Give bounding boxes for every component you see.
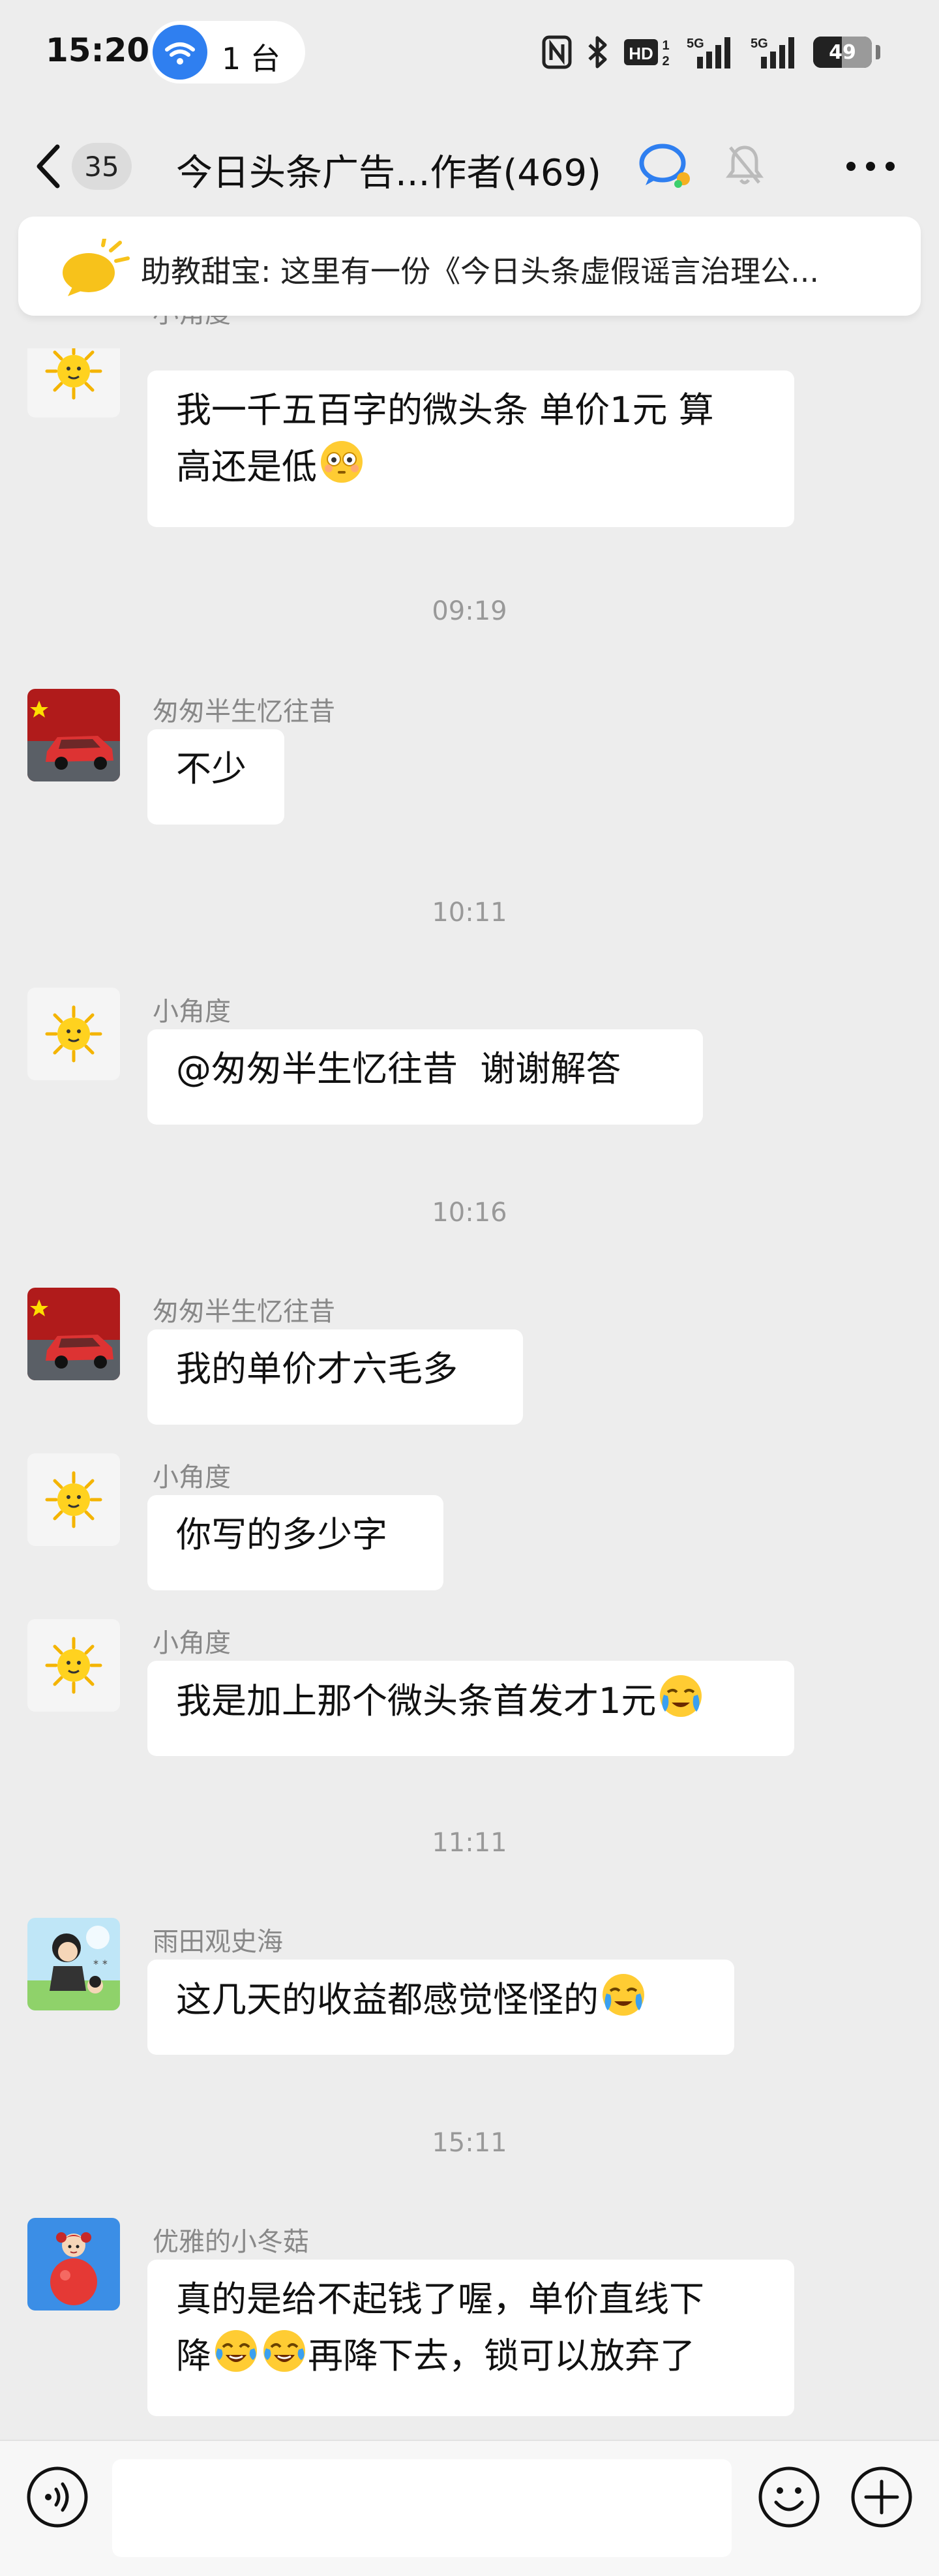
status-time: 15:20 xyxy=(46,31,150,69)
sun-avatar-icon xyxy=(45,1471,102,1528)
avatar[interactable] xyxy=(27,348,120,417)
message-input[interactable] xyxy=(112,2459,732,2557)
message-bubble[interactable]: 真的是给不起钱了喔，单价直线下 降 再降下去，锁可以放弃了 xyxy=(147,2260,794,2416)
avatar[interactable] xyxy=(27,1619,120,1712)
mute-bell-icon xyxy=(725,142,764,190)
battery-percent: 49 xyxy=(829,40,856,64)
nfc-icon xyxy=(542,35,572,69)
sun-avatar-icon xyxy=(45,348,102,400)
message-text: 这几天的收益都感觉怪怪的 xyxy=(176,1979,599,2020)
sender-name: 匆匆半生忆往昔 xyxy=(153,1297,335,1327)
message-text-part: 降 xyxy=(176,2335,211,2376)
back-button[interactable]: 35 xyxy=(33,137,143,196)
flushed-emoji xyxy=(321,441,363,483)
timestamp: 15:11 xyxy=(432,2128,507,2158)
bluetooth-icon xyxy=(588,36,607,68)
timestamp: 10:16 xyxy=(432,1198,507,1228)
car-flag-avatar-icon xyxy=(27,1288,120,1380)
avatar[interactable] xyxy=(27,1453,120,1546)
emoji-button[interactable] xyxy=(756,2464,822,2532)
back-icon xyxy=(37,144,60,189)
message-text-line2: 高还是低 xyxy=(176,438,766,495)
message-text-line2: 降 再降下去，锁可以放弃了 xyxy=(176,2327,766,2384)
page-title[interactable]: 今日头条广告...作者(469) xyxy=(176,144,633,196)
sender-name: 小角度 xyxy=(153,1462,231,1493)
svg-text:2: 2 xyxy=(662,54,669,68)
tears-of-joy-emoji xyxy=(215,2330,257,2372)
message-text: 我的单价才六毛多 xyxy=(176,1348,458,1389)
hd-icon: HD 1 2 xyxy=(624,38,670,68)
svg-text:1: 1 xyxy=(662,38,669,53)
speech-bubble-icon xyxy=(59,237,130,300)
avatar[interactable] xyxy=(27,2218,120,2311)
battery-icon: 49 xyxy=(813,37,872,68)
input-bar xyxy=(0,2440,939,2576)
message-text: 你写的多少字 xyxy=(176,1514,387,1555)
sender-name: 雨田观史海 xyxy=(153,1927,283,1957)
sun-avatar-icon xyxy=(45,1005,102,1063)
battery-tip xyxy=(876,45,880,59)
apple-girl-avatar-icon xyxy=(27,2218,120,2311)
signal-5g-icon: 5G xyxy=(687,37,730,68)
message-bubble[interactable]: 这几天的收益都感觉怪怪的 xyxy=(147,1960,734,2055)
message-bubble[interactable]: 我的单价才六毛多 xyxy=(147,1329,523,1425)
add-attachment-button[interactable] xyxy=(849,2464,914,2532)
tears-of-joy-emoji xyxy=(263,2330,305,2372)
cartoon-avatar-icon: ∗ ∗ xyxy=(27,1918,120,2010)
unread-count-badge: 35 xyxy=(72,143,132,190)
message-text: 我是加上那个微头条首发才1元 xyxy=(176,1680,657,1721)
sender-name: 小角度 xyxy=(153,1628,231,1658)
message-text-line: 这几天的收益都感觉怪怪的 xyxy=(176,1971,706,2028)
message-text-line: 我是加上那个微头条首发才1元 xyxy=(176,1673,766,1729)
hotspot-count: 1 台 xyxy=(222,41,280,76)
message-text: 真的是给不起钱了喔，单价直线下 xyxy=(176,2279,704,2320)
emoji-icon xyxy=(758,2466,820,2528)
svg-text:∗ ∗: ∗ ∗ xyxy=(93,1958,108,1967)
hotspot-indicator[interactable]: 1 台 xyxy=(149,21,305,83)
voice-icon xyxy=(27,2466,88,2528)
message-text-cont: 高还是低 xyxy=(176,446,317,487)
message-bubble[interactable]: 不少 xyxy=(147,729,284,825)
message-bubble[interactable]: @匆匆半生忆往昔 谢谢解答 xyxy=(147,1029,703,1125)
message-text: @匆匆半生忆往昔 谢谢解答 xyxy=(176,1048,621,1089)
message-text: 不少 xyxy=(176,748,246,789)
plus-icon xyxy=(851,2466,912,2528)
more-icon xyxy=(846,162,895,171)
crying-emoji xyxy=(603,1974,644,2016)
status-bar: 15:20 1 台 HD 1 2 5G 5G 49 xyxy=(0,0,939,104)
avatar[interactable] xyxy=(27,988,120,1080)
message-bubble[interactable]: 我是加上那个微头条首发才1元 xyxy=(147,1661,794,1756)
avatar[interactable] xyxy=(27,1288,120,1380)
crying-emoji xyxy=(660,1675,702,1717)
message-bubble[interactable]: 我一千五百字的微头条 单价1元 算 高还是低 xyxy=(147,371,794,527)
signal-5g-icon: 5G xyxy=(751,37,794,68)
chat-group-icon xyxy=(638,138,693,196)
message-bubble[interactable]: 你写的多少字 xyxy=(147,1495,443,1590)
message-text-part: 再降下去，锁可以放弃了 xyxy=(308,2335,695,2376)
timestamp: 11:11 xyxy=(432,1828,507,1858)
voice-button[interactable] xyxy=(25,2464,90,2532)
svg-text:5G: 5G xyxy=(751,37,768,51)
car-flag-avatar-icon xyxy=(27,689,120,781)
sender-name: 小角度 xyxy=(153,997,231,1027)
chat-header: 35 今日头条广告...作者(469) xyxy=(0,104,939,215)
announcement-text: 助教甜宝: 这里有一份《今日头条虚假谣言治理公... xyxy=(141,254,819,289)
group-announcement[interactable]: 助教甜宝: 这里有一份《今日头条虚假谣言治理公... xyxy=(18,217,921,316)
sender-name: 匆匆半生忆往昔 xyxy=(153,697,335,727)
svg-text:HD: HD xyxy=(629,44,653,63)
more-button[interactable] xyxy=(841,144,900,189)
sun-avatar-icon xyxy=(45,1637,102,1694)
svg-text:5G: 5G xyxy=(687,37,704,51)
message-text: 我一千五百字的微头条 单价1元 算 xyxy=(176,389,714,431)
sender-name: 优雅的小冬菇 xyxy=(153,2227,309,2257)
sender-name: 小角度 xyxy=(153,316,231,330)
message-list[interactable]: 小角度 我一千五百字的微头条 单价1元 算 高还是低 09:19 xyxy=(0,316,939,2440)
avatar[interactable]: ∗ ∗ xyxy=(27,1918,120,2010)
timestamp: 10:11 xyxy=(432,898,507,928)
avatar[interactable] xyxy=(27,689,120,781)
wifi-hotspot-icon xyxy=(153,25,207,80)
timestamp: 09:19 xyxy=(432,596,507,626)
status-icons: HD 1 2 5G 5G 49 xyxy=(542,33,880,72)
